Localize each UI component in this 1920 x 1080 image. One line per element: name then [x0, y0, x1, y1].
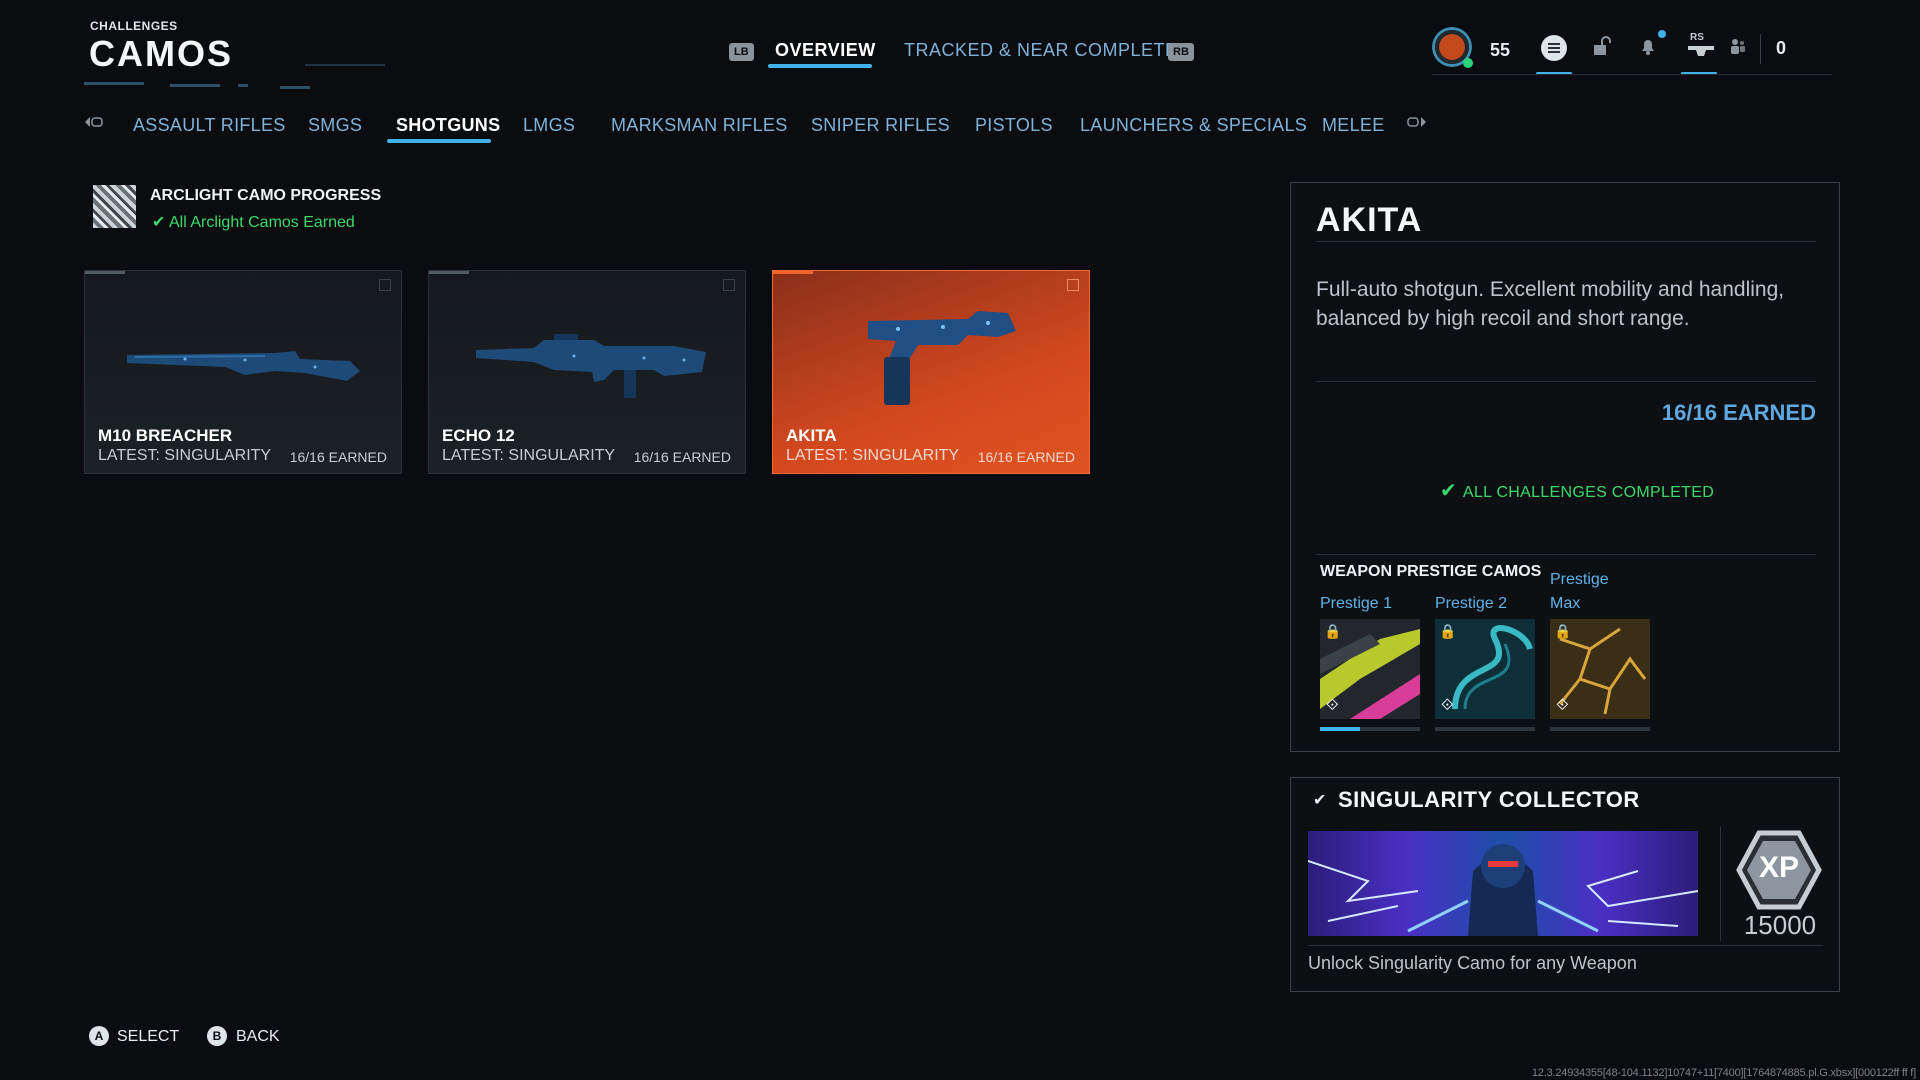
weapon-earned: 16/16 EARNED	[977, 449, 1075, 465]
glitch-decoration	[305, 64, 385, 66]
lock-icon: 🔒	[1324, 623, 1342, 639]
weapon-latest-camo: LATEST: SINGULARITY	[442, 447, 616, 464]
tab-overview[interactable]: OVERVIEW	[775, 40, 876, 61]
challenge-title: SINGULARITY COLLECTOR	[1338, 787, 1640, 812]
header-divider	[1432, 74, 1832, 75]
prestige-1-label: Prestige 1	[1320, 595, 1393, 612]
lb-category-icon[interactable]	[84, 115, 106, 131]
weapon-earned: 16/16 EARNED	[289, 449, 387, 465]
check-icon: ✔	[1313, 792, 1327, 809]
back-label[interactable]: BACK	[236, 1028, 280, 1046]
weapon-earned: 16/16 EARNED	[633, 449, 731, 465]
arclight-camo-thumbnail	[93, 185, 136, 228]
rs-label: RS	[1690, 32, 1704, 43]
divider	[1720, 826, 1721, 941]
divider	[1316, 241, 1816, 242]
tab-overview-indicator	[768, 64, 872, 68]
divider	[1308, 945, 1823, 946]
category-smgs[interactable]: SMGS	[308, 115, 362, 136]
weapon-name: ECHO 12	[442, 426, 515, 445]
category-melee[interactable]: MELEE	[1322, 115, 1385, 136]
b-button-icon[interactable]: B	[207, 1026, 227, 1046]
prestige-max-label: Prestige Max	[1550, 571, 1609, 612]
weapon-card-akita[interactable]: AKITA LATEST: SINGULARITY 16/16 EARNED	[772, 270, 1090, 474]
rb-category-icon[interactable]	[1405, 115, 1427, 131]
shotgun-image	[476, 334, 706, 398]
corner-icon	[1067, 279, 1079, 291]
category-marksman-rifles[interactable]: MARKSMAN RIFLES	[611, 115, 788, 136]
category-shotguns[interactable]: SHOTGUNS	[396, 115, 500, 136]
xp-label: XP	[1758, 851, 1800, 884]
corner-icon	[723, 279, 735, 291]
weapon-card-m10-breacher[interactable]: M10 BREACHER LATEST: SINGULARITY 16/16 E…	[84, 270, 402, 474]
tab-tracked-near-complete[interactable]: TRACKED & NEAR COMPLETE	[904, 40, 1178, 61]
weapon-name: AKITA	[786, 426, 837, 445]
weapon-detail-name: AKITA	[1316, 201, 1423, 239]
notification-bell-icon[interactable]	[1636, 35, 1660, 59]
prestige-badge-icon: ⟐	[1326, 697, 1339, 714]
notification-dot	[1658, 30, 1666, 38]
xp-badge-icon: XP	[1735, 829, 1823, 911]
weapon-latest-camo: LATEST: SINGULARITY	[98, 447, 272, 464]
currency-count: 0	[1776, 38, 1787, 58]
weapon-name: M10 BREACHER	[98, 426, 233, 445]
shotgun-image	[127, 351, 360, 381]
category-launchers-specials[interactable]: LAUNCHERS & SPECIALS	[1080, 115, 1307, 136]
arclight-progress-title: ARCLIGHT CAMO PROGRESS	[150, 187, 382, 204]
breadcrumb: CHALLENGES	[90, 19, 178, 33]
corner-icon	[379, 279, 391, 291]
prestige-badge-icon: ⟐	[1441, 697, 1454, 714]
glitch-decoration	[84, 82, 144, 85]
arclight-progress-status: ✔ All Arclight Camos Earned	[152, 212, 355, 232]
prestige-camos-heading: WEAPON PRESTIGE CAMOS	[1320, 563, 1542, 580]
lb-bumper-icon[interactable]: LB	[729, 43, 754, 61]
weapon-latest-camo: LATEST: SINGULARITY	[786, 447, 960, 464]
category-lmgs[interactable]: LMGS	[523, 115, 575, 136]
rs-social-icon[interactable]: RS	[1686, 32, 1716, 62]
prestige-max-progress	[1550, 727, 1650, 731]
build-info: 12.3.24934355[48-104.1132]10747+11[7400]…	[1531, 1067, 1916, 1079]
player-level: 55	[1490, 40, 1511, 60]
arclight-status-text: All Arclight Camos Earned	[168, 214, 355, 231]
party-icon[interactable]	[1726, 35, 1750, 59]
divider	[1316, 554, 1816, 555]
prestige-max-camo-tile[interactable]: 🔒 ⟐	[1550, 619, 1650, 719]
challenges-complete-text: ALL CHALLENGES COMPLETED	[1462, 484, 1715, 501]
lock-icon: 🔒	[1554, 623, 1572, 639]
prestige-2-label: Prestige 2	[1435, 595, 1508, 612]
prestige-1-progress	[1320, 727, 1420, 731]
glitch-decoration	[238, 84, 248, 87]
challenge-description: Unlock Singularity Camo for any Weapon	[1308, 953, 1637, 973]
select-label[interactable]: SELECT	[117, 1028, 179, 1046]
unlock-icon[interactable]	[1590, 35, 1614, 59]
weapon-card-echo-12[interactable]: ECHO 12 LATEST: SINGULARITY 16/16 EARNED	[428, 270, 746, 474]
shotgun-image	[868, 311, 1016, 405]
xp-amount: 15000	[1743, 910, 1817, 940]
glitch-decoration	[280, 86, 310, 89]
prestige-2-camo-tile[interactable]: 🔒 ⟐	[1435, 619, 1535, 719]
check-icon: ✔	[152, 214, 169, 231]
status-divider	[1760, 34, 1761, 64]
check-icon: ✔	[1440, 480, 1463, 502]
challenges-complete-status: ✔ ALL CHALLENGES COMPLETED	[1440, 478, 1714, 503]
category-assault-rifles[interactable]: ASSAULT RIFLES	[133, 115, 286, 136]
prestige-2-progress	[1435, 727, 1535, 731]
category-pistols[interactable]: PISTOLS	[975, 115, 1053, 136]
prestige-badge-icon: ⟐	[1556, 697, 1569, 714]
menu-icon[interactable]	[1541, 35, 1567, 61]
lock-icon: 🔒	[1439, 623, 1457, 639]
page-title: CAMOS	[89, 33, 233, 74]
online-status-dot	[1463, 58, 1473, 68]
weapon-detail-earned: 16/16 EARNED	[1661, 400, 1816, 425]
weapon-detail-description: Full-auto shotgun. Excellent mobility an…	[1316, 278, 1785, 330]
glitch-decoration	[170, 84, 220, 87]
a-button-icon[interactable]: A	[89, 1026, 109, 1046]
category-sniper-rifles[interactable]: SNIPER RIFLES	[811, 115, 950, 136]
rb-bumper-icon[interactable]: RB	[1168, 43, 1194, 61]
singularity-camo-image	[1308, 831, 1698, 936]
prestige-1-camo-tile[interactable]: 🔒 ⟐	[1320, 619, 1420, 719]
divider	[1316, 381, 1816, 382]
category-shotguns-indicator	[387, 139, 491, 143]
